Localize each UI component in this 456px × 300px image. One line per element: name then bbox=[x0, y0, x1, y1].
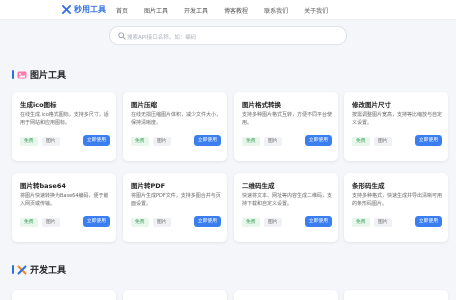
tools-icon bbox=[17, 265, 27, 274]
card-desc: 将图片快速转换为Base64编码，便于嵌入网页或传输。 bbox=[20, 193, 109, 207]
section-accent-bar bbox=[12, 70, 14, 79]
card-title: 生成ico图标 bbox=[20, 101, 57, 109]
use-now-button[interactable]: 立即使用 bbox=[414, 216, 442, 227]
tag-category: 图片 bbox=[153, 137, 171, 146]
search-input[interactable]: 搜索API接口名称，如：编码 bbox=[109, 26, 347, 45]
section-label: 开发工具 bbox=[30, 266, 67, 276]
search-placeholder: 搜索API接口名称，如：编码 bbox=[127, 34, 197, 41]
top-navbar: 秒用工具 首页 图片工具 开发工具 博客教程 联系我们 关于我们 bbox=[0, 0, 456, 20]
tag-free: 免费 bbox=[131, 218, 149, 227]
use-now-button[interactable]: 立即使用 bbox=[304, 135, 332, 146]
tag-category: 图片 bbox=[153, 218, 171, 227]
card-desc: 按需调整图片宽高，支持等比缩放与自定义设置。 bbox=[352, 112, 443, 126]
card-title: 图片格式转换 bbox=[242, 101, 281, 109]
card-desc: 支持多种图片格式互转，方便不同平台使用。 bbox=[242, 112, 333, 126]
use-now-button[interactable]: 立即使用 bbox=[82, 216, 110, 227]
card-desc: 快速将文本、网址等内容生成二维码，支持下载和自定义设置。 bbox=[242, 193, 333, 207]
image-icon bbox=[17, 71, 27, 78]
tool-card-qrcode[interactable]: 二维码生成 快速将文本、网址等内容生成二维码，支持下载和自定义设置。 免费 图片… bbox=[234, 173, 338, 242]
tool-card-pdf[interactable]: 图片转PDF 将图片生成PDF文件，支持多图合并与页面设置。 免费 图片 立即使… bbox=[123, 173, 227, 242]
brand-name: 秒用工具 bbox=[74, 5, 106, 14]
section-title-image-tools: 图片工具 bbox=[12, 68, 66, 81]
nav-about[interactable]: 关于我们 bbox=[304, 6, 328, 15]
card-title: 图片转base64 bbox=[20, 182, 66, 190]
card-desc: 在线生成.ico格式图标，支持多尺寸，适用于网站和应用图标。 bbox=[20, 112, 109, 126]
nav-dev-tools[interactable]: 开发工具 bbox=[184, 6, 208, 15]
nav-home[interactable]: 首页 bbox=[116, 6, 128, 15]
nav-blog[interactable]: 博客教程 bbox=[224, 6, 248, 15]
nav-contact[interactable]: 联系我们 bbox=[264, 6, 288, 15]
section-accent-bar bbox=[12, 265, 14, 274]
card-title: 修改图片尺寸 bbox=[352, 101, 391, 109]
tool-card-partial[interactable] bbox=[234, 290, 338, 300]
section-title-dev-tools: 开发工具 bbox=[12, 263, 66, 276]
tool-card-convert[interactable]: 图片格式转换 支持多种图片格式互转，方便不同平台使用。 免费 图片 立即使用 bbox=[234, 92, 338, 161]
tag-category: 图片 bbox=[374, 218, 392, 227]
use-now-button[interactable]: 立即使用 bbox=[193, 216, 221, 227]
search-icon bbox=[118, 32, 126, 40]
tool-card-resize[interactable]: 修改图片尺寸 按需调整图片宽高，支持等比缩放与自定义设置。 免费 图片 立即使用 bbox=[344, 92, 448, 161]
tool-card-partial[interactable] bbox=[12, 290, 116, 300]
section-label: 图片工具 bbox=[30, 71, 67, 81]
tool-card-partial[interactable] bbox=[123, 290, 227, 300]
tag-free: 免费 bbox=[20, 218, 38, 227]
use-now-button[interactable]: 立即使用 bbox=[193, 135, 221, 146]
tag-free: 免费 bbox=[242, 218, 260, 227]
card-desc: 将图片生成PDF文件，支持多图合并与页面设置。 bbox=[131, 193, 221, 207]
tool-card-compress[interactable]: 图片压缩 在线无损压缩图片体积，减少文件大小，保持清晰度。 免费 图片 立即使用 bbox=[123, 92, 227, 161]
nav-image-tools[interactable]: 图片工具 bbox=[144, 6, 168, 15]
tag-category: 图片 bbox=[264, 137, 282, 146]
tag-category: 图片 bbox=[42, 137, 60, 146]
use-now-button[interactable]: 立即使用 bbox=[304, 216, 332, 227]
card-desc: 在线无损压缩图片体积，减少文件大小，保持清晰度。 bbox=[131, 112, 222, 126]
brand[interactable]: 秒用工具 bbox=[62, 4, 106, 15]
use-now-button[interactable]: 立即使用 bbox=[414, 135, 442, 146]
tools-logo-icon bbox=[62, 5, 71, 14]
tag-free: 免费 bbox=[352, 137, 370, 146]
card-title: 图片转PDF bbox=[131, 182, 166, 190]
tool-card-ico[interactable]: 生成ico图标 在线生成.ico格式图标，支持多尺寸，适用于网站和应用图标。 免… bbox=[12, 92, 116, 161]
use-now-button[interactable]: 立即使用 bbox=[82, 135, 110, 146]
tool-card-base64[interactable]: 图片转base64 将图片快速转换为Base64编码，便于嵌入网页或传输。 免费… bbox=[12, 173, 116, 242]
tool-card-partial[interactable] bbox=[344, 290, 448, 300]
tag-free: 免费 bbox=[352, 218, 370, 227]
card-title: 二维码生成 bbox=[242, 182, 275, 190]
tag-free: 免费 bbox=[131, 137, 149, 146]
tag-free: 免费 bbox=[20, 137, 38, 146]
card-title: 条形码生成 bbox=[352, 182, 385, 190]
tool-card-barcode[interactable]: 条形码生成 支持多种格式，快速生成并导出清晰可用的条形码图片。 免费 图片 立即… bbox=[344, 173, 448, 242]
tag-category: 图片 bbox=[374, 137, 392, 146]
tag-category: 图片 bbox=[264, 218, 282, 227]
tag-free: 免费 bbox=[242, 137, 260, 146]
tag-category: 图片 bbox=[42, 218, 60, 227]
card-title: 图片压缩 bbox=[131, 101, 157, 109]
card-desc: 支持多种格式，快速生成并导出清晰可用的条形码图片。 bbox=[352, 193, 443, 207]
main-nav: 首页 图片工具 开发工具 博客教程 联系我们 关于我们 bbox=[116, 6, 344, 15]
